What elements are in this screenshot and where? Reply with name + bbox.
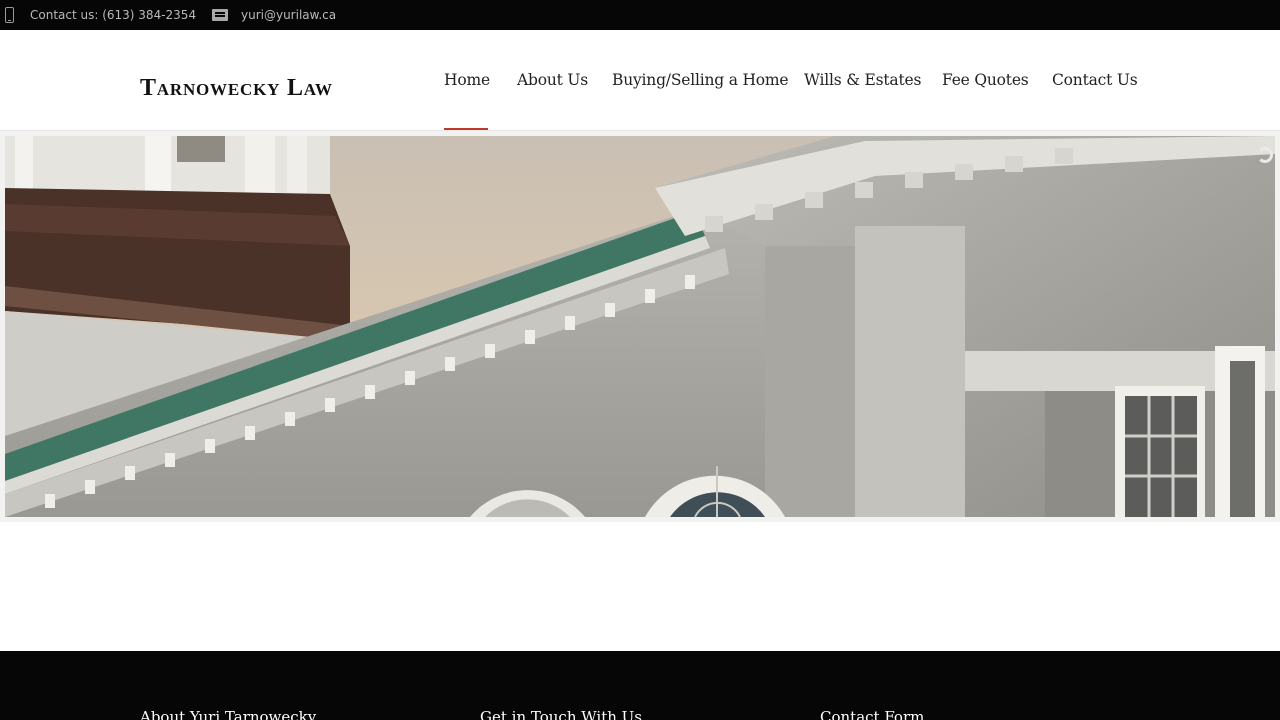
contact-phone: Contact us: (613) 384-2354: [30, 8, 197, 22]
nav-wills-estates[interactable]: Wills & Estates: [804, 68, 921, 92]
hero-slider[interactable]: [0, 130, 1280, 522]
envelope-icon: [212, 9, 228, 21]
building-facade-photo: [5, 136, 1275, 517]
hero-image: [5, 136, 1275, 517]
loading-spinner-icon: [1257, 147, 1273, 163]
site-footer: About Yuri Tarnowecky Get in Touch With …: [0, 651, 1280, 720]
nav-contact-us[interactable]: Contact Us: [1052, 68, 1138, 92]
nav-buying-selling-home[interactable]: Buying/Selling a Home: [612, 68, 789, 92]
site-header: Tarnowecky Law Home About Us Buying/Sell…: [0, 30, 1280, 130]
nav-fee-quotes[interactable]: Fee Quotes: [942, 68, 1029, 92]
top-contact-bar: Contact us: (613) 384-2354 yuri@yurilaw.…: [0, 0, 1280, 30]
footer-form-heading: Contact Form: [820, 708, 925, 720]
site-logo[interactable]: Tarnowecky Law: [140, 75, 333, 102]
contact-email[interactable]: yuri@yurilaw.ca: [241, 7, 336, 23]
footer-contact-heading: Get in Touch With Us: [480, 708, 642, 720]
mobile-phone-icon: [5, 7, 14, 23]
footer-about-heading: About Yuri Tarnowecky: [140, 708, 317, 720]
nav-about-us[interactable]: About Us: [517, 68, 588, 92]
nav-home[interactable]: Home: [444, 68, 490, 130]
